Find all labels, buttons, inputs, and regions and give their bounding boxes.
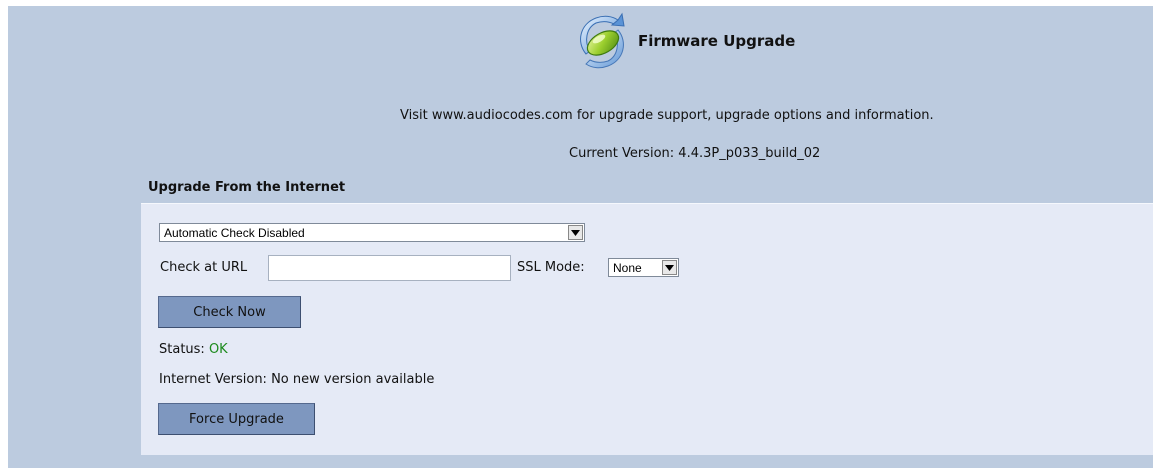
ssl-mode-label: SSL Mode:: [517, 260, 585, 275]
automatic-check-selected-value: Automatic Check Disabled: [164, 225, 305, 240]
check-now-button[interactable]: Check Now: [158, 296, 301, 328]
ssl-mode-select[interactable]: None: [608, 258, 679, 277]
dropdown-arrow-icon[interactable]: [662, 260, 677, 275]
force-upgrade-button[interactable]: Force Upgrade: [158, 403, 315, 435]
current-version-label: Current Version:: [569, 146, 675, 161]
internet-version-line: Internet Version: No new version availab…: [159, 372, 434, 387]
check-url-label: Check at URL: [160, 260, 248, 275]
status-value: OK: [208, 342, 228, 357]
page-header: Firmware Upgrade: [574, 12, 795, 70]
firmware-upgrade-icon: [580, 12, 625, 69]
upgrade-support-text: Visit www.audiocodes.com for upgrade sup…: [400, 108, 934, 123]
dropdown-arrow-icon[interactable]: [568, 225, 583, 240]
internet-version-label: Internet Version:: [159, 372, 267, 387]
section-title: Upgrade From the Internet: [148, 180, 346, 195]
internet-version-value: No new version available: [271, 372, 435, 387]
current-version: Current Version: 4.4.3P_p033_build_02: [569, 146, 820, 161]
status-line: Status: OK: [159, 342, 228, 357]
ssl-mode-selected-value: None: [613, 260, 642, 275]
page-title: Firmware Upgrade: [638, 32, 796, 50]
check-url-input[interactable]: [268, 255, 511, 281]
current-version-value: 4.4.3P_p033_build_02: [678, 146, 821, 161]
automatic-check-select[interactable]: Automatic Check Disabled: [159, 223, 585, 242]
status-label: Status:: [159, 342, 205, 357]
